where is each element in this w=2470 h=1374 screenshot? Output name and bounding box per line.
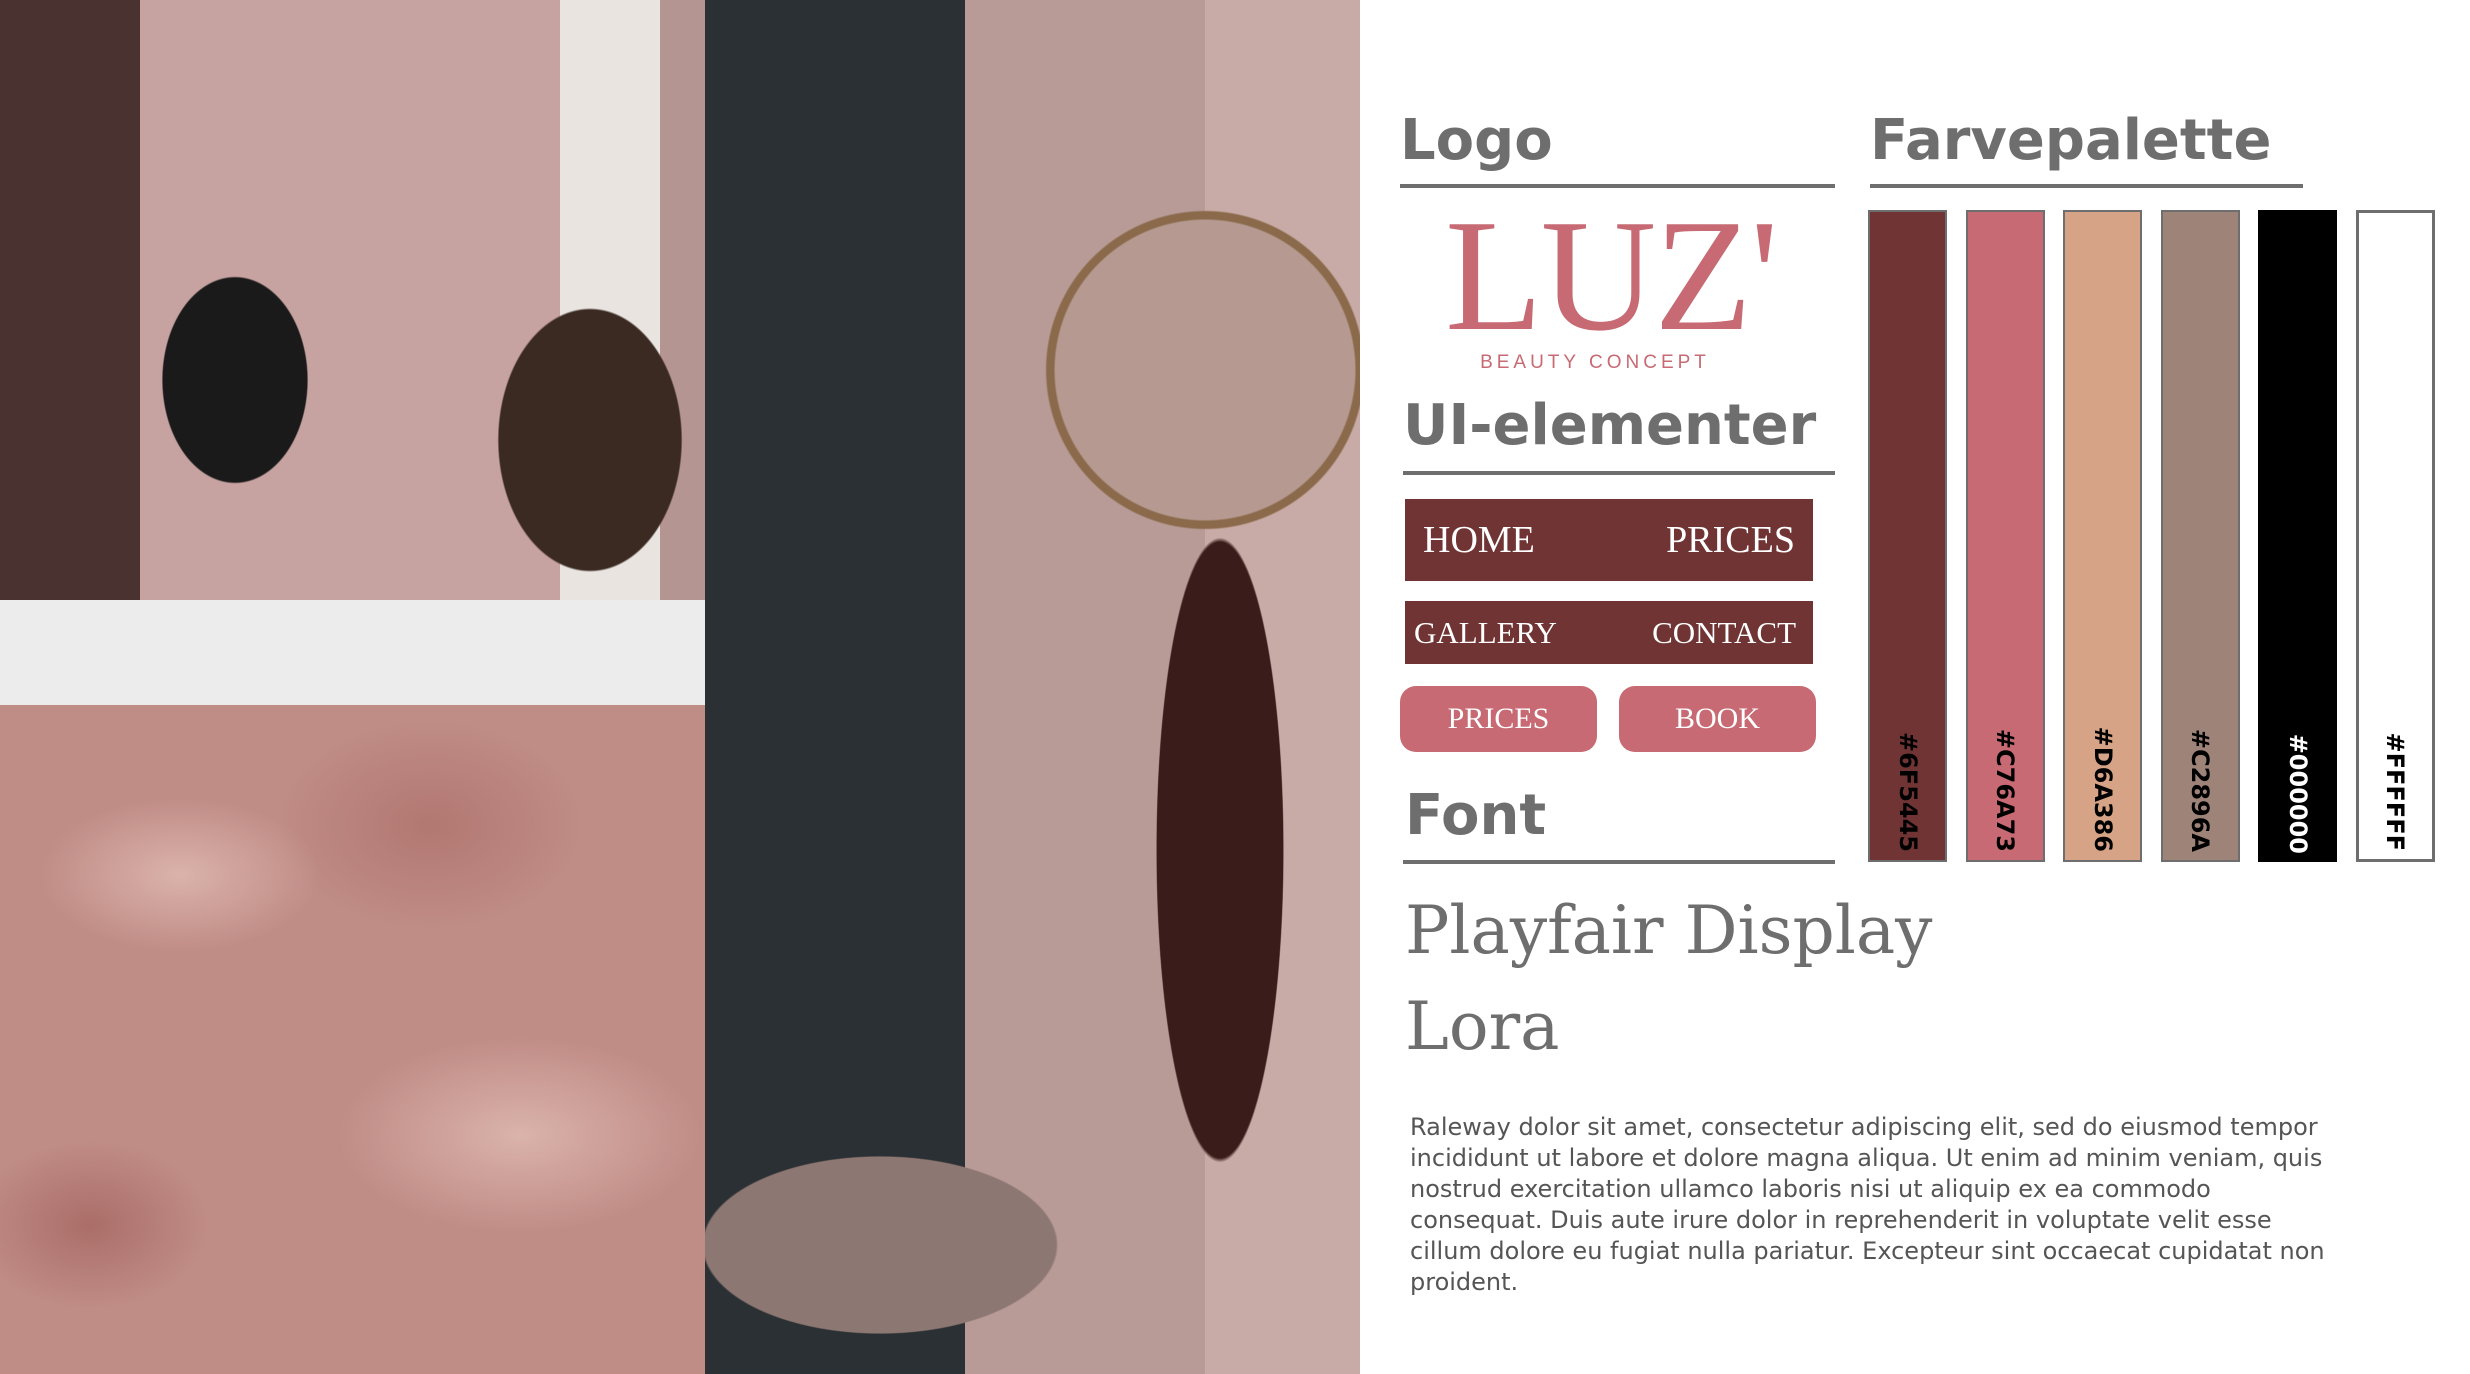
font-sample-display: Playfair Display bbox=[1405, 892, 1933, 969]
ui-elements-rule bbox=[1403, 471, 1835, 475]
swatch-hex-label: #FFFFFF bbox=[2381, 732, 2409, 851]
palette-rule bbox=[1870, 184, 2303, 188]
body-text-sample: Raleway dolor sit amet, consectetur adip… bbox=[1410, 1113, 2325, 1296]
brand-tagline: BEAUTY CONCEPT bbox=[1480, 352, 1710, 373]
nail-salon-photo bbox=[0, 0, 705, 705]
nav-gallery-link[interactable]: GALLERY bbox=[1414, 615, 1557, 651]
font-rule bbox=[1403, 860, 1835, 864]
font-sample-serif: Lora bbox=[1405, 988, 1560, 1065]
swatch-hex-label: #C2896A bbox=[2186, 728, 2214, 852]
font-heading: Font bbox=[1405, 783, 1547, 848]
pink-plaster-texture bbox=[0, 705, 705, 1374]
prices-button[interactable]: PRICES bbox=[1400, 686, 1597, 752]
book-button[interactable]: BOOK bbox=[1619, 686, 1816, 752]
color-swatch: #C2896A bbox=[2160, 210, 2240, 862]
color-swatch: #C76A73 bbox=[1965, 210, 2045, 862]
swatch-hex-label: #6F5445 bbox=[1893, 732, 1922, 852]
logo-heading: Logo bbox=[1400, 108, 1553, 173]
swatch-hex-label: #D6A386 bbox=[2088, 726, 2117, 852]
ui-elements-heading: UI-elementer bbox=[1403, 393, 1817, 458]
color-swatch: #D6A386 bbox=[2063, 210, 2142, 862]
swatch-hex-label: #C76A73 bbox=[1991, 728, 2019, 852]
nav-prices-link[interactable]: PRICES bbox=[1666, 518, 1795, 562]
palette-heading: Farvepalette bbox=[1870, 108, 2272, 173]
swatch-hex-label: #000000 bbox=[2283, 733, 2312, 854]
color-swatch: #6F5445 bbox=[1868, 210, 1947, 862]
nav-home-link[interactable]: HOME bbox=[1423, 518, 1535, 562]
brand-logo: LUZ' bbox=[1445, 186, 1779, 364]
color-swatch: #FFFFFF bbox=[2355, 210, 2435, 862]
makeup-artist-photo bbox=[705, 0, 1360, 1374]
nav-bar-secondary: GALLERY CONTACT bbox=[1405, 601, 1813, 664]
nav-bar-primary: HOME PRICES bbox=[1405, 499, 1813, 581]
color-swatch: #000000 bbox=[2258, 210, 2337, 862]
nav-contact-link[interactable]: CONTACT bbox=[1652, 615, 1796, 651]
